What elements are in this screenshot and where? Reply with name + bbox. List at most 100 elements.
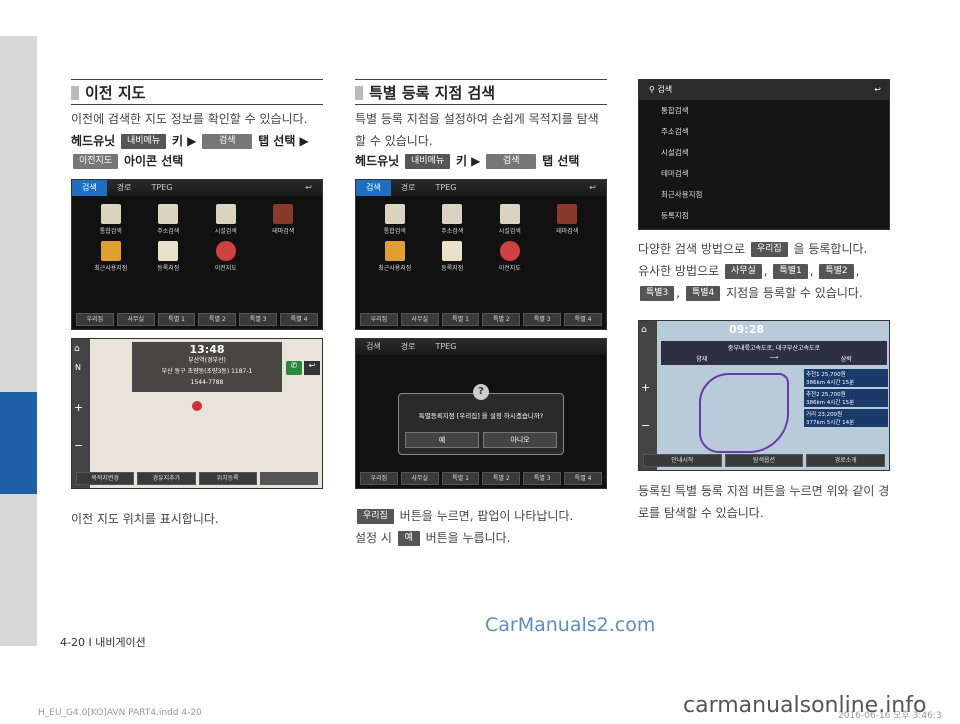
- home-icon: [442, 204, 463, 224]
- list-item[interactable]: 최근사용지점: [661, 184, 889, 205]
- back-icon[interactable]: ↩: [579, 180, 606, 196]
- screen-search-menu-2: 검색 경로 TPEG ↩ 통합검색 주소검색 시설검색 테마검색 최근사용지점 …: [355, 179, 607, 330]
- icon-cell[interactable]: 주소검색: [424, 204, 482, 235]
- special3-button[interactable]: 특별 3: [523, 313, 562, 326]
- special2-button[interactable]: 특별 2: [482, 313, 521, 326]
- icon-cell[interactable]: 시설검색: [481, 204, 539, 235]
- zoom-out-icon[interactable]: −: [641, 419, 650, 432]
- zoom-in-icon[interactable]: +: [74, 401, 83, 414]
- special1-button[interactable]: 특별 1: [441, 472, 480, 485]
- home-button[interactable]: 우리집: [360, 313, 398, 326]
- icon-cell[interactable]: 주소검색: [140, 204, 198, 235]
- north-icon[interactable]: N: [75, 363, 81, 372]
- tab-search[interactable]: 검색: [72, 180, 107, 196]
- home-button[interactable]: 우리집: [76, 313, 114, 326]
- poi-popup: 13:48 부산역(경부선) 부산 동구 초량동(초량3동) 1187-1 15…: [132, 342, 282, 392]
- call-icon[interactable]: ✆: [286, 361, 302, 375]
- map-controls: [72, 339, 90, 488]
- list-item[interactable]: 시설검색: [661, 142, 889, 163]
- special3-button[interactable]: 특별 3: [239, 313, 278, 326]
- no-button[interactable]: 아니오: [483, 432, 557, 448]
- poi-name: 부산역(경부선): [188, 357, 226, 364]
- icon-cell[interactable]: 등록지점: [424, 241, 482, 272]
- route-option-3[interactable]: 거리 23,200원 377km 5시간 14분: [804, 409, 888, 427]
- route-to: 삼락: [840, 356, 852, 363]
- zoom-in-icon[interactable]: +: [641, 381, 650, 394]
- special1-button[interactable]: 특별 1: [441, 313, 480, 326]
- screen-tabs: 검색 경로 TPEG ↩: [72, 180, 322, 196]
- back-icon[interactable]: ↩: [295, 180, 322, 196]
- screen-tabs: 검색 경로 TPEG: [356, 339, 606, 355]
- icon-cell[interactable]: 통합검색: [82, 204, 140, 235]
- change-destination-button[interactable]: 목적지변경: [76, 472, 135, 485]
- tab-search[interactable]: 검색: [356, 180, 391, 196]
- screen-search-list: ⚲ 검색 ↩ 통합검색 주소검색 시설검색 테마검색 최근사용지점 등록지점: [638, 79, 890, 230]
- tab-route[interactable]: 경로: [391, 180, 426, 196]
- tab-route[interactable]: 경로: [391, 339, 426, 355]
- icon-label: 이전지도: [214, 265, 237, 272]
- screen-search-menu: 검색 경로 TPEG ↩ 통합검색 주소검색 시설검색 테마검색 최근사용지점 …: [71, 179, 323, 330]
- route-option-1[interactable]: 추천1 25,700원 386km 4시간 15분: [804, 369, 888, 387]
- list-item[interactable]: 주소검색: [661, 121, 889, 142]
- home-button[interactable]: 우리집: [360, 472, 398, 485]
- list-item[interactable]: 등록지점: [661, 205, 889, 226]
- icon-cell[interactable]: 최근사용지점: [82, 241, 140, 272]
- special3-button[interactable]: 특별 3: [523, 472, 562, 485]
- icon-cell[interactable]: 등록지점: [140, 241, 198, 272]
- tab-search[interactable]: 검색: [356, 339, 391, 355]
- tab-select-text: 탭 선택 ▶: [258, 134, 309, 148]
- tab-route[interactable]: 경로: [107, 180, 142, 196]
- home-icon[interactable]: ⌂: [641, 325, 647, 335]
- option-label: 추천1: [806, 372, 820, 378]
- search-options-button[interactable]: 탐색옵션: [724, 454, 804, 467]
- sidebar: [0, 0, 37, 724]
- icon-cell[interactable]: 시설검색: [197, 204, 255, 235]
- icon-select-text: 아이콘 선택: [123, 154, 184, 168]
- register-location-button[interactable]: 위치등록: [198, 472, 257, 485]
- special1-button[interactable]: 특별 1: [157, 313, 196, 326]
- icon-cell[interactable]: 테마검색: [539, 204, 597, 235]
- start-guidance-button[interactable]: 안내시작: [643, 454, 722, 467]
- route-option-2[interactable]: 추천2 25,700원 386km 4시간 15분: [804, 389, 888, 407]
- option-fee: 25,700원: [821, 392, 846, 398]
- file-info: H_EU_G4.0[KO]AVN PART4.indd 4-20: [38, 708, 202, 718]
- icon-label: 통합검색: [99, 228, 122, 235]
- list-item[interactable]: 통합검색: [661, 100, 889, 121]
- office-button[interactable]: 사무실: [400, 472, 439, 485]
- icon-cell[interactable]: 최근사용지점: [366, 241, 424, 272]
- option-fee: 23,200원: [817, 412, 843, 418]
- office-button[interactable]: 사무실: [400, 313, 439, 326]
- icon-label: 주소검색: [157, 228, 180, 235]
- tab-tpeg[interactable]: TPEG: [141, 180, 182, 196]
- folder-icon: [100, 241, 121, 261]
- office-button[interactable]: 사무실: [116, 313, 155, 326]
- tab-tpeg[interactable]: TPEG: [425, 339, 466, 355]
- zoom-out-icon[interactable]: −: [74, 439, 83, 452]
- special4-button[interactable]: 특별 4: [564, 313, 602, 326]
- icon-cell[interactable]: 통합검색: [366, 204, 424, 235]
- chip-special1: 특별1: [773, 264, 808, 279]
- special2-button[interactable]: 특별 2: [198, 313, 237, 326]
- back-icon[interactable]: ↩: [874, 80, 881, 100]
- map-bottom-buttons: 목적지변경 경유지추가 위치등록: [72, 472, 322, 485]
- route-name: 중부내륙고속도로, 대구부산고속도로: [727, 345, 821, 352]
- icon-cell[interactable]: 이전지도: [197, 241, 255, 272]
- icon-cell[interactable]: 테마검색: [255, 204, 313, 235]
- route-intro-button[interactable]: 경로소개: [806, 454, 886, 467]
- yes-button[interactable]: 예: [405, 432, 479, 448]
- sidebar-tab: [0, 36, 37, 140]
- add-waypoint-button[interactable]: 경유지추가: [137, 472, 196, 485]
- sidebar-tab: [0, 140, 37, 244]
- list-item[interactable]: 테마검색: [661, 163, 889, 184]
- back-icon[interactable]: ↩: [304, 361, 320, 375]
- option-fee: 25,700원: [821, 372, 846, 378]
- tab-tpeg[interactable]: TPEG: [425, 180, 466, 196]
- special4-button[interactable]: 특별 4: [280, 313, 318, 326]
- text: 을 등록합니다.: [793, 242, 868, 256]
- chip-yes: 예: [397, 531, 420, 546]
- special4-button[interactable]: 특별 4: [564, 472, 602, 485]
- home-icon[interactable]: ⌂: [74, 344, 80, 354]
- icon-cell[interactable]: 이전지도: [481, 241, 539, 272]
- special2-button[interactable]: 특별 2: [482, 472, 521, 485]
- watermark-top: CarManuals2.com: [485, 614, 656, 636]
